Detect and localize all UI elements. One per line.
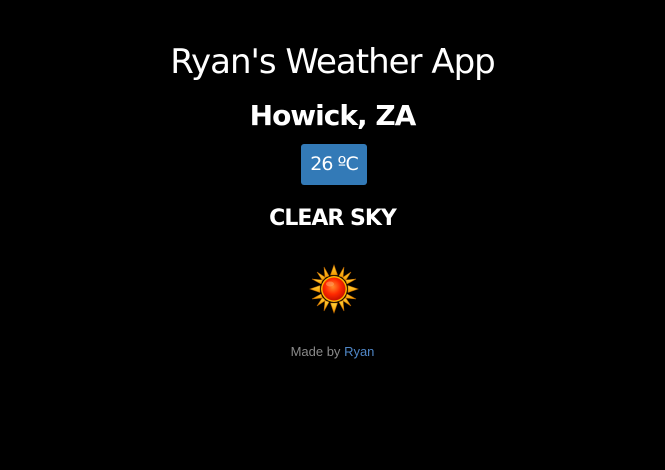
app-title: Ryan's Weather App (170, 42, 496, 82)
footer-prefix: Made by (290, 344, 341, 359)
sun-icon (309, 264, 359, 314)
author-link[interactable]: Ryan (344, 344, 374, 359)
location-label: Howick, ZA (249, 99, 417, 132)
weather-app: Ryan's Weather App Howick, ZA 26 ºC CLEA… (0, 0, 665, 470)
temperature-unit-toggle-button[interactable]: 26 ºC (301, 144, 367, 185)
weather-condition: CLEAR SKY (269, 206, 397, 231)
footer-credit: Made by Ryan (0, 343, 665, 361)
